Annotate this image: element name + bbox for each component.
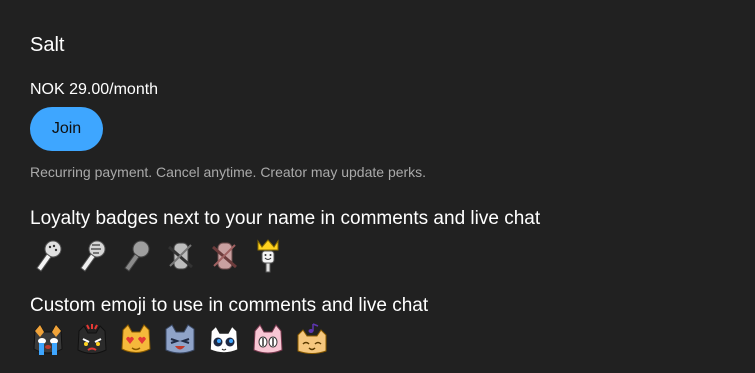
pink-cat-emoji-icon [250,322,285,357]
membership-tier-panel: Salt NOK 29.00/month Join Recurring paym… [0,0,755,373]
loyalty-badges-row [30,238,285,273]
payment-disclaimer: Recurring payment. Cancel anytime. Creat… [30,164,427,180]
tier-price: NOK 29.00/month [30,81,159,98]
crying-cat-emoji-icon [30,322,65,357]
laughing-cat-emoji-icon [162,322,197,357]
salt-shaker-badge-icon [30,238,65,273]
pink-crossed-salt-badge-icon [206,238,241,273]
join-button[interactable]: Join [30,107,103,151]
crowned-salt-badge-icon [250,238,285,273]
custom-emoji-title: Custom emoji to use in comments and live… [30,295,429,316]
custom-emoji-row [30,322,329,357]
tier-name: Salt [30,34,65,56]
heart-eyes-cat-emoji-icon [118,322,153,357]
angry-cat-emoji-icon [74,322,109,357]
wide-eyed-cat-emoji-icon [206,322,241,357]
loyalty-badges-title: Loyalty badges next to your name in comm… [30,208,541,229]
salt-shaker-motion-badge-icon [74,238,109,273]
crossed-salt-badge-icon [162,238,197,273]
dark-salt-shaker-badge-icon [118,238,153,273]
singing-cat-emoji-icon [294,322,329,357]
